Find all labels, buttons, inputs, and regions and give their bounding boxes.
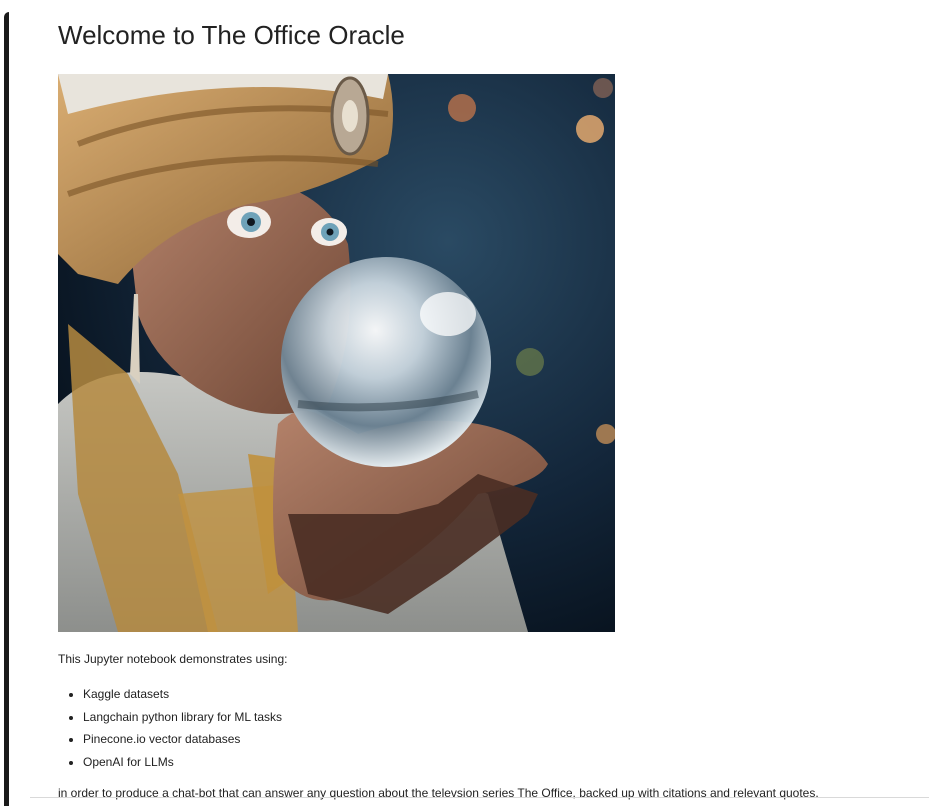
- list-item-pinecone: Pinecone.io vector databases: [83, 731, 282, 754]
- hero-image: [58, 74, 615, 632]
- page-title: Welcome to The Office Oracle: [58, 20, 405, 50]
- intro-text: This Jupyter notebook demonstrates using…: [58, 652, 288, 666]
- active-cell-indicator: [4, 12, 9, 806]
- list-item-kaggle: Kaggle datasets: [83, 686, 282, 709]
- feature-list: Kaggle datasets Langchain python library…: [58, 686, 282, 776]
- oracle-illustration: [58, 74, 615, 632]
- list-item-langchain: Langchain python library for ML tasks: [83, 709, 282, 732]
- list-item-openai: OpenAI for LLMs: [83, 754, 282, 777]
- cell-divider: [30, 797, 929, 798]
